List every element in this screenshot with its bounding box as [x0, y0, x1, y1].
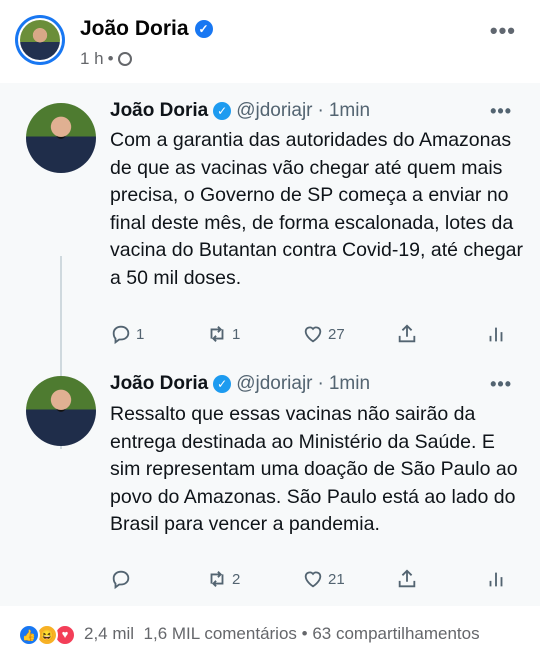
retweet-action: 2: [206, 568, 240, 590]
footer-dot: •: [301, 624, 308, 643]
share-action: [396, 568, 418, 590]
share-action: [396, 323, 418, 345]
tweet-header: João Doria ✓ @jdoriajr · 1min: [110, 100, 370, 122]
verified-icon: ✓: [213, 375, 232, 393]
post-header: João Doria ✓ 1 h • •••: [0, 0, 540, 80]
like-count: 27: [328, 325, 345, 343]
reply-icon: [112, 570, 130, 590]
tweet-dot: ·: [317, 373, 324, 394]
tweet-time: 1min: [328, 373, 371, 394]
like-reaction-icon: 👍: [18, 624, 40, 646]
shares-count[interactable]: 63 compartilhamentos: [312, 624, 479, 643]
verified-icon: ✓: [213, 102, 232, 120]
tweet-handle: @jdoriajr: [236, 100, 313, 121]
retweet-icon: [210, 571, 224, 587]
tweet-header: João Doria ✓ @jdoriajr · 1min: [110, 373, 370, 395]
globe-icon: [117, 52, 132, 66]
reactions-bar: 👍 😆 ♥ 2,4 mil 1,6 MIL comentários • 63 c…: [0, 606, 540, 663]
like-action: 27: [302, 323, 345, 345]
tweet-avatar: [26, 103, 96, 173]
retweet-count: 1: [232, 325, 241, 343]
like-count: 21: [328, 570, 345, 588]
reply-count: 1: [136, 325, 145, 343]
like-icon: [304, 326, 322, 343]
tweet-avatar: [26, 376, 96, 446]
tweet-actions: 1 1 27: [110, 323, 520, 351]
share-icon: [398, 324, 416, 343]
comments-count[interactable]: 1,6 MIL comentários: [144, 624, 297, 643]
share-icon: [398, 569, 416, 588]
tweet-handle: @jdoriajr: [236, 373, 313, 394]
analytics-action: [485, 568, 507, 590]
post-time[interactable]: 1 h: [80, 49, 104, 69]
reactions-count[interactable]: 2,4 mil: [84, 624, 134, 643]
tweet-time: 1min: [328, 100, 371, 121]
author-name-row: João Doria ✓: [80, 17, 213, 41]
more-icon[interactable]: •••: [490, 18, 516, 44]
retweet-icon: [210, 326, 224, 342]
profile-avatar[interactable]: [15, 15, 65, 65]
analytics-action: [485, 323, 507, 345]
post-meta: 1 h •: [80, 49, 132, 69]
tweet-thread-image: João Doria ✓ @jdoriajr · 1min ••• Com a …: [0, 83, 540, 606]
verified-icon: ✓: [194, 20, 213, 38]
reaction-icons[interactable]: 👍 😆 ♥: [18, 624, 82, 646]
analytics-icon: [489, 572, 503, 587]
tweet-author: João Doria: [110, 100, 209, 121]
tweet-more-icon: •••: [490, 374, 512, 394]
reply-action: 1: [110, 323, 144, 345]
retweet-count: 2: [232, 570, 241, 588]
tweet-dot: ·: [317, 100, 324, 121]
like-icon: [304, 571, 322, 588]
tweet-more-icon: •••: [490, 101, 512, 121]
analytics-icon: [489, 327, 503, 342]
like-action: 21: [302, 568, 345, 590]
tweet-actions: 2 21: [110, 568, 520, 596]
engagement-summary: 2,4 mil 1,6 MIL comentários • 63 compart…: [84, 624, 480, 644]
meta-separator: •: [107, 49, 114, 68]
author-name[interactable]: João Doria: [80, 17, 189, 41]
tweet-text: Ressalto que essas vacinas não sairão da…: [110, 403, 518, 535]
tweet-author: João Doria: [110, 373, 209, 394]
retweet-action: 1: [206, 323, 240, 345]
reply-icon: [112, 325, 130, 345]
reply-action: [110, 568, 136, 590]
tweet-text: Com a garantia das autoridades do Amazon…: [110, 129, 524, 289]
